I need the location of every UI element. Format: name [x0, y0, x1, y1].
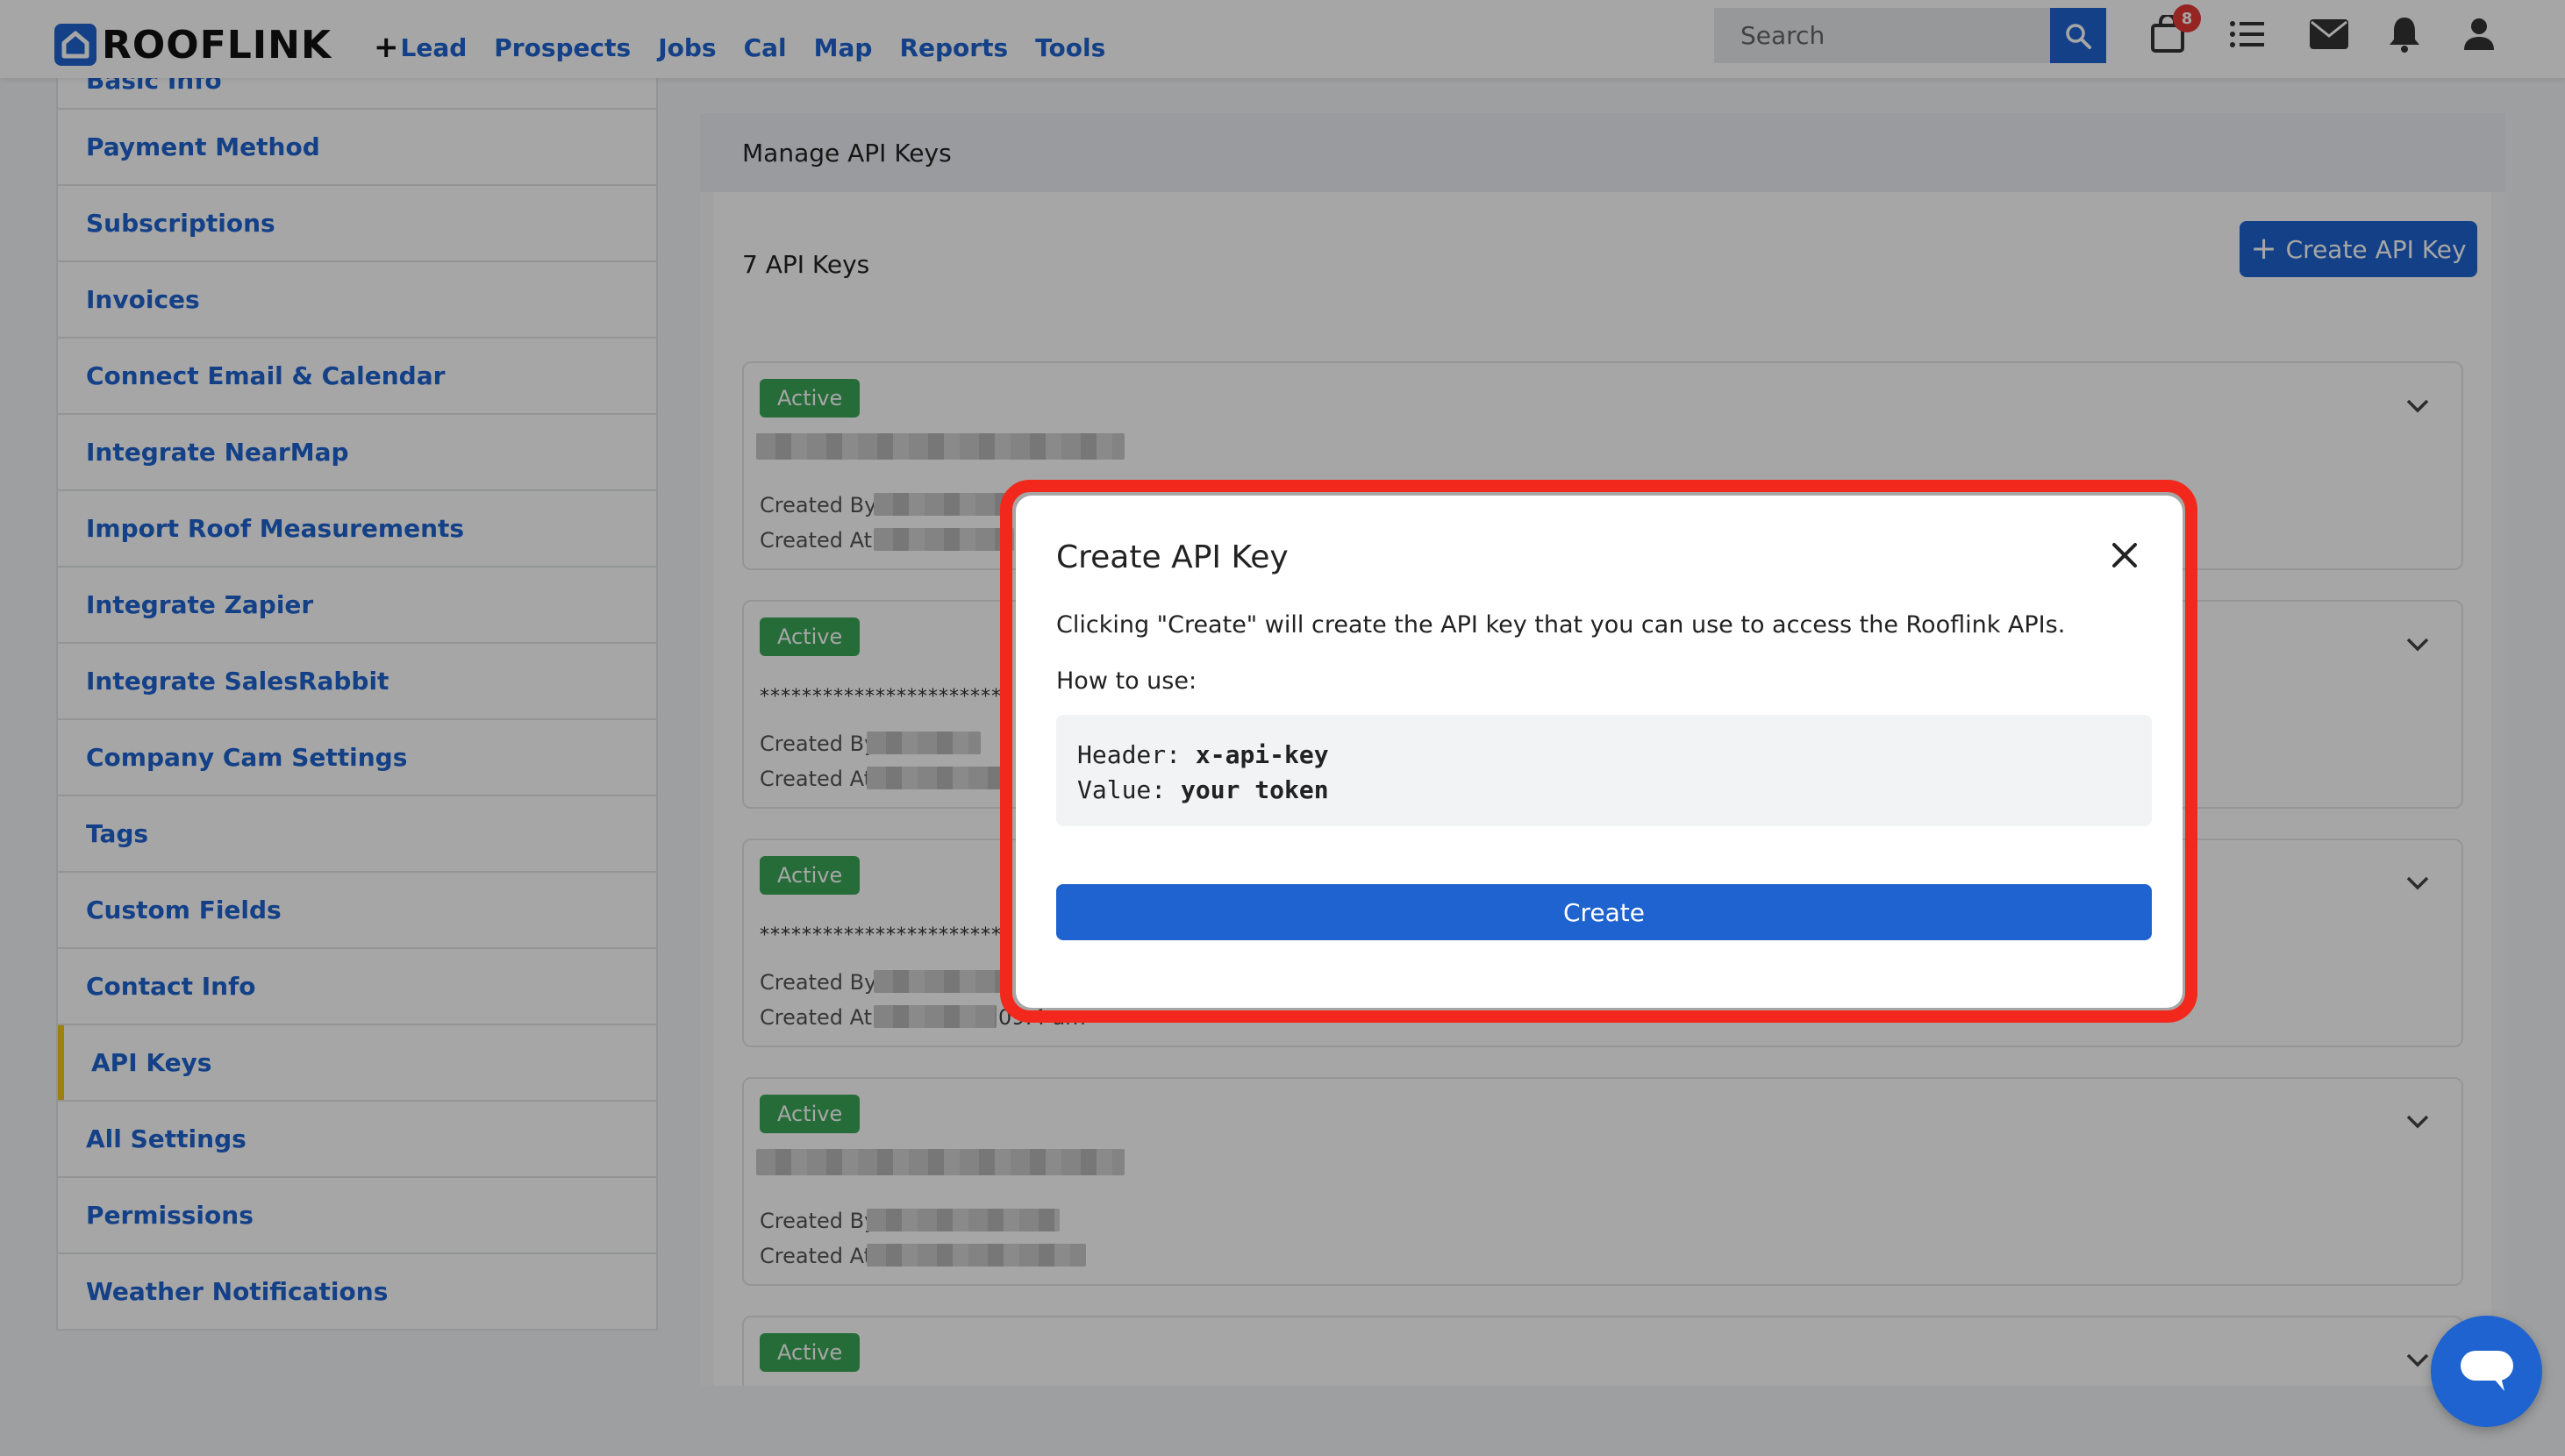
modal-title: Create API Key: [1056, 539, 1289, 575]
create-button[interactable]: Create: [1056, 884, 2152, 940]
how-to-use-label: How to use:: [1056, 667, 1197, 695]
header-value: x-api-key: [1195, 740, 1329, 769]
usage-code-block: Header: x-api-key Value: your token: [1056, 715, 2152, 826]
chat-widget-button[interactable]: [2431, 1316, 2542, 1427]
chat-icon: [2460, 1350, 2513, 1391]
header-label: Header:: [1077, 740, 1182, 769]
header-line: Header: x-api-key: [1077, 738, 2131, 773]
value-value: your token: [1181, 775, 1329, 804]
create-api-key-modal: Create API Key Clicking "Create" will cr…: [1016, 496, 2183, 1008]
value-label: Value:: [1077, 775, 1167, 804]
close-icon[interactable]: [2107, 538, 2142, 573]
modal-description: Clicking "Create" will create the API ke…: [1056, 611, 2066, 639]
value-line: Value: your token: [1077, 773, 2131, 808]
